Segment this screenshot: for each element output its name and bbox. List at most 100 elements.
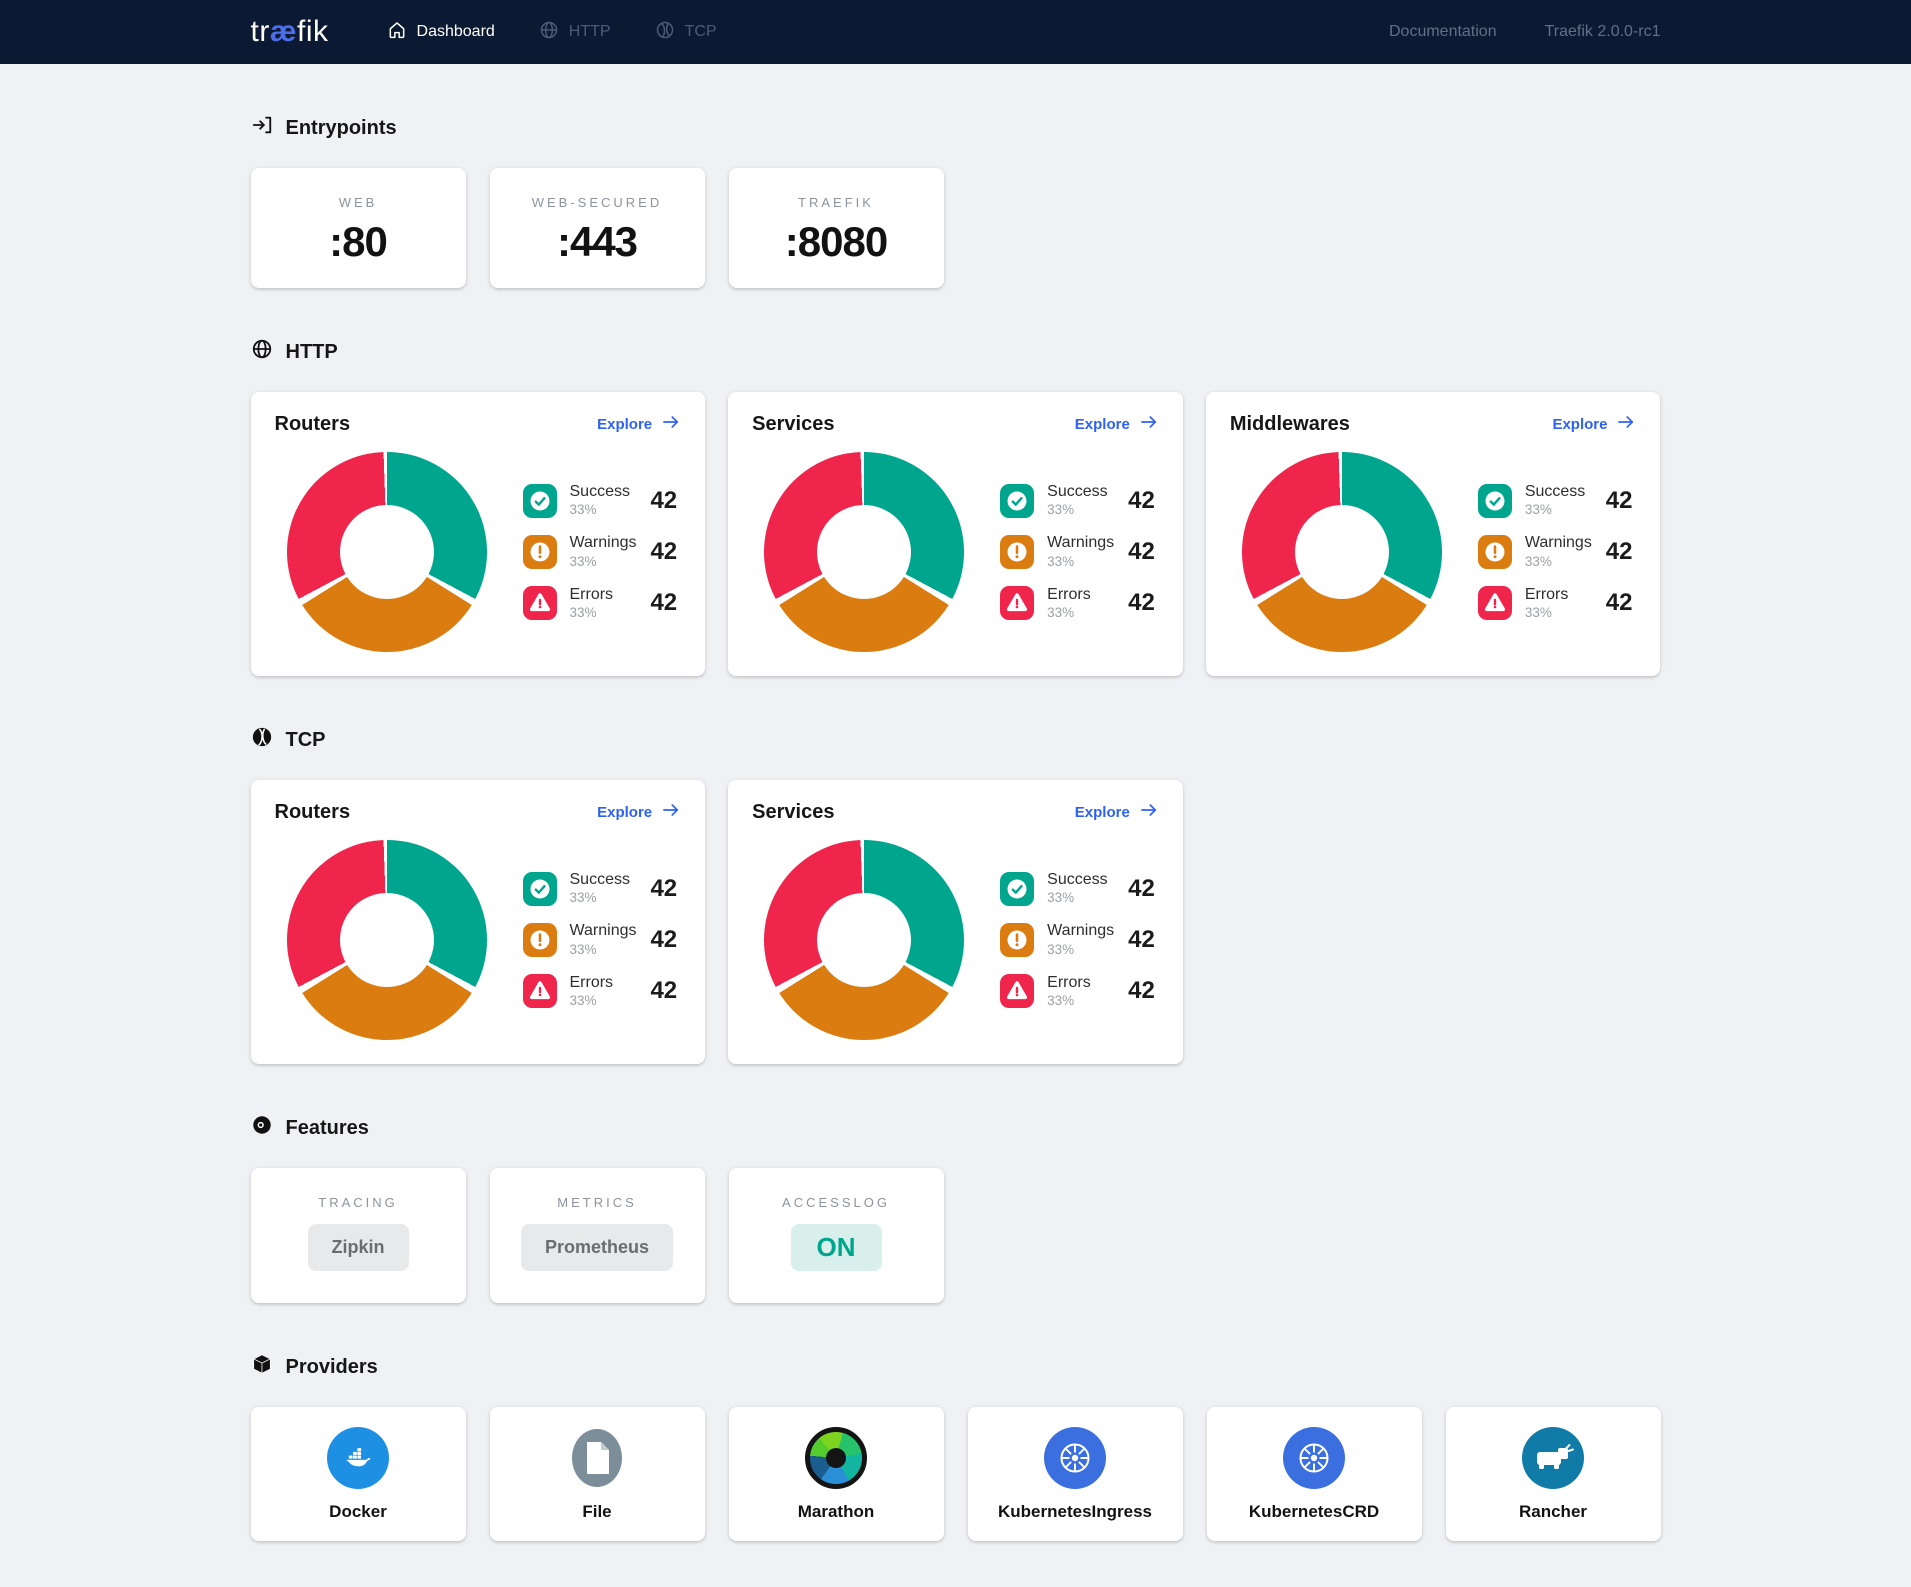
- section-title: Entrypoints: [286, 117, 397, 140]
- logo-text: fik: [297, 15, 329, 48]
- globe-icon: [539, 20, 559, 45]
- error-icon: [523, 586, 557, 620]
- rancher-icon: [1522, 1427, 1584, 1489]
- provider-card-kubernetes-crd: KubernetesCRD: [1207, 1407, 1422, 1541]
- legend-value: 42: [1606, 538, 1637, 566]
- warning-icon: [1478, 535, 1512, 569]
- success-icon: [1478, 484, 1512, 518]
- legend-value: 42: [650, 538, 681, 566]
- http-section-header: HTTP: [251, 338, 1661, 366]
- feature-card-tracing: TRACING Zipkin: [251, 1168, 466, 1303]
- card-title: Routers: [275, 801, 351, 824]
- legend-label: Warnings: [570, 534, 637, 552]
- nav-item-tcp[interactable]: TCP: [655, 20, 717, 45]
- ball-icon: [251, 726, 273, 754]
- legend-percent: 33%: [1047, 994, 1091, 1009]
- kubernetes-icon: [1283, 1427, 1345, 1489]
- dashboard-content: Entrypoints WEB :80 WEB-SECURED :443 TRA…: [251, 114, 1661, 1587]
- entrypoints-icon: [251, 114, 273, 142]
- legend-percent: 33%: [570, 943, 637, 958]
- nav-item-dashboard[interactable]: Dashboard: [387, 20, 495, 45]
- legend-percent: 33%: [1525, 606, 1569, 621]
- providers-section-header: Providers: [251, 1353, 1661, 1381]
- explore-label: Explore: [597, 804, 652, 821]
- legend-row-errors: Errors33% 42: [1000, 586, 1159, 621]
- docker-icon: [327, 1427, 389, 1489]
- legend-label: Success: [570, 871, 630, 889]
- nav-item-label: TCP: [685, 23, 717, 41]
- legend-percent: 33%: [570, 994, 614, 1009]
- http-middlewares-card: Middlewares Explore Success33% 42: [1206, 392, 1661, 676]
- legend-label: Warnings: [570, 922, 637, 940]
- traefik-logo[interactable]: træfik: [251, 15, 329, 49]
- status-legend: Success33% 42 Warnings 33% 42 Errors 33% 4…: [523, 483, 682, 621]
- provider-name: KubernetesIngress: [968, 1502, 1183, 1522]
- logo-text: tr: [251, 15, 270, 48]
- legend-percent: 33%: [1047, 891, 1107, 906]
- legend-value: 42: [650, 589, 681, 617]
- legend-value: 42: [1128, 538, 1159, 566]
- tcp-services-card: Services Explore Success33% 42 War: [728, 780, 1183, 1064]
- provider-name: KubernetesCRD: [1207, 1502, 1422, 1522]
- legend-label: Warnings: [1047, 534, 1114, 552]
- http-routers-card: Routers Explore Success33% 42 Warn: [251, 392, 706, 676]
- explore-label: Explore: [1552, 416, 1607, 433]
- file-icon: [566, 1427, 628, 1489]
- card-title: Services: [752, 413, 834, 436]
- legend-percent: 33%: [570, 606, 614, 621]
- arrow-right-icon: [1139, 412, 1159, 436]
- tcp-routers-card: Routers Explore Success33% 42 Warn: [251, 780, 706, 1064]
- legend-row-success: Success33% 42: [1478, 483, 1637, 518]
- legend-label: Errors: [570, 974, 614, 992]
- nav-item-label: HTTP: [569, 23, 611, 41]
- legend-row-success: Success33% 42: [523, 483, 682, 518]
- legend-label: Errors: [1047, 974, 1091, 992]
- feature-value-badge: Prometheus: [521, 1224, 673, 1271]
- arrow-right-icon: [1139, 800, 1159, 824]
- status-legend: Success33% 42 Warnings33% 42 Errors33% 4…: [1000, 871, 1159, 1009]
- error-icon: [1000, 586, 1034, 620]
- error-icon: [1478, 586, 1512, 620]
- legend-value: 42: [650, 875, 681, 903]
- legend-percent: 33%: [570, 555, 637, 570]
- explore-link[interactable]: Explore: [1552, 412, 1636, 436]
- legend-value: 42: [1606, 487, 1637, 515]
- legend-label: Errors: [570, 586, 614, 604]
- nav-item-http[interactable]: HTTP: [539, 20, 611, 45]
- legend-value: 42: [650, 977, 681, 1005]
- ball-icon: [655, 20, 675, 45]
- feature-name: METRICS: [490, 1195, 705, 1210]
- kubernetes-icon: [1044, 1427, 1106, 1489]
- explore-link[interactable]: Explore: [597, 412, 681, 436]
- legend-row-success: Success33% 42: [1000, 871, 1159, 906]
- nav-links: Dashboard HTTP TCP: [387, 20, 717, 45]
- success-icon: [523, 872, 557, 906]
- entrypoint-name: WEB: [251, 195, 466, 210]
- section-title: Features: [286, 1117, 369, 1140]
- legend-percent: 33%: [1047, 555, 1114, 570]
- entrypoints-section-header: Entrypoints: [251, 114, 1661, 142]
- entrypoint-card-web-secured: WEB-SECURED :443: [490, 168, 705, 288]
- error-icon: [1000, 974, 1034, 1008]
- entrypoint-card-traefik: TRAEFIK :8080: [729, 168, 944, 288]
- explore-link[interactable]: Explore: [597, 800, 681, 824]
- legend-value: 42: [1128, 589, 1159, 617]
- explore-link[interactable]: Explore: [1075, 412, 1159, 436]
- legend-row-warnings: Warnings33% 42: [1478, 534, 1637, 569]
- card-title: Services: [752, 801, 834, 824]
- explore-link[interactable]: Explore: [1075, 800, 1159, 824]
- legend-value: 42: [650, 487, 681, 515]
- provider-card-docker: Docker: [251, 1407, 466, 1541]
- entrypoint-port: :443: [490, 218, 705, 266]
- legend-label: Success: [1047, 871, 1107, 889]
- legend-percent: 33%: [570, 891, 630, 906]
- status-donut-chart: [764, 452, 964, 652]
- success-icon: [1000, 484, 1034, 518]
- status-legend: Success33% 42 Warnings33% 42 Errors33% 4…: [523, 871, 682, 1009]
- documentation-link[interactable]: Documentation: [1389, 23, 1497, 41]
- tcp-cards: Routers Explore Success33% 42 Warn: [251, 780, 1661, 1064]
- legend-value: 42: [1128, 487, 1159, 515]
- explore-label: Explore: [1075, 804, 1130, 821]
- explore-label: Explore: [597, 416, 652, 433]
- legend-value: 42: [1128, 977, 1159, 1005]
